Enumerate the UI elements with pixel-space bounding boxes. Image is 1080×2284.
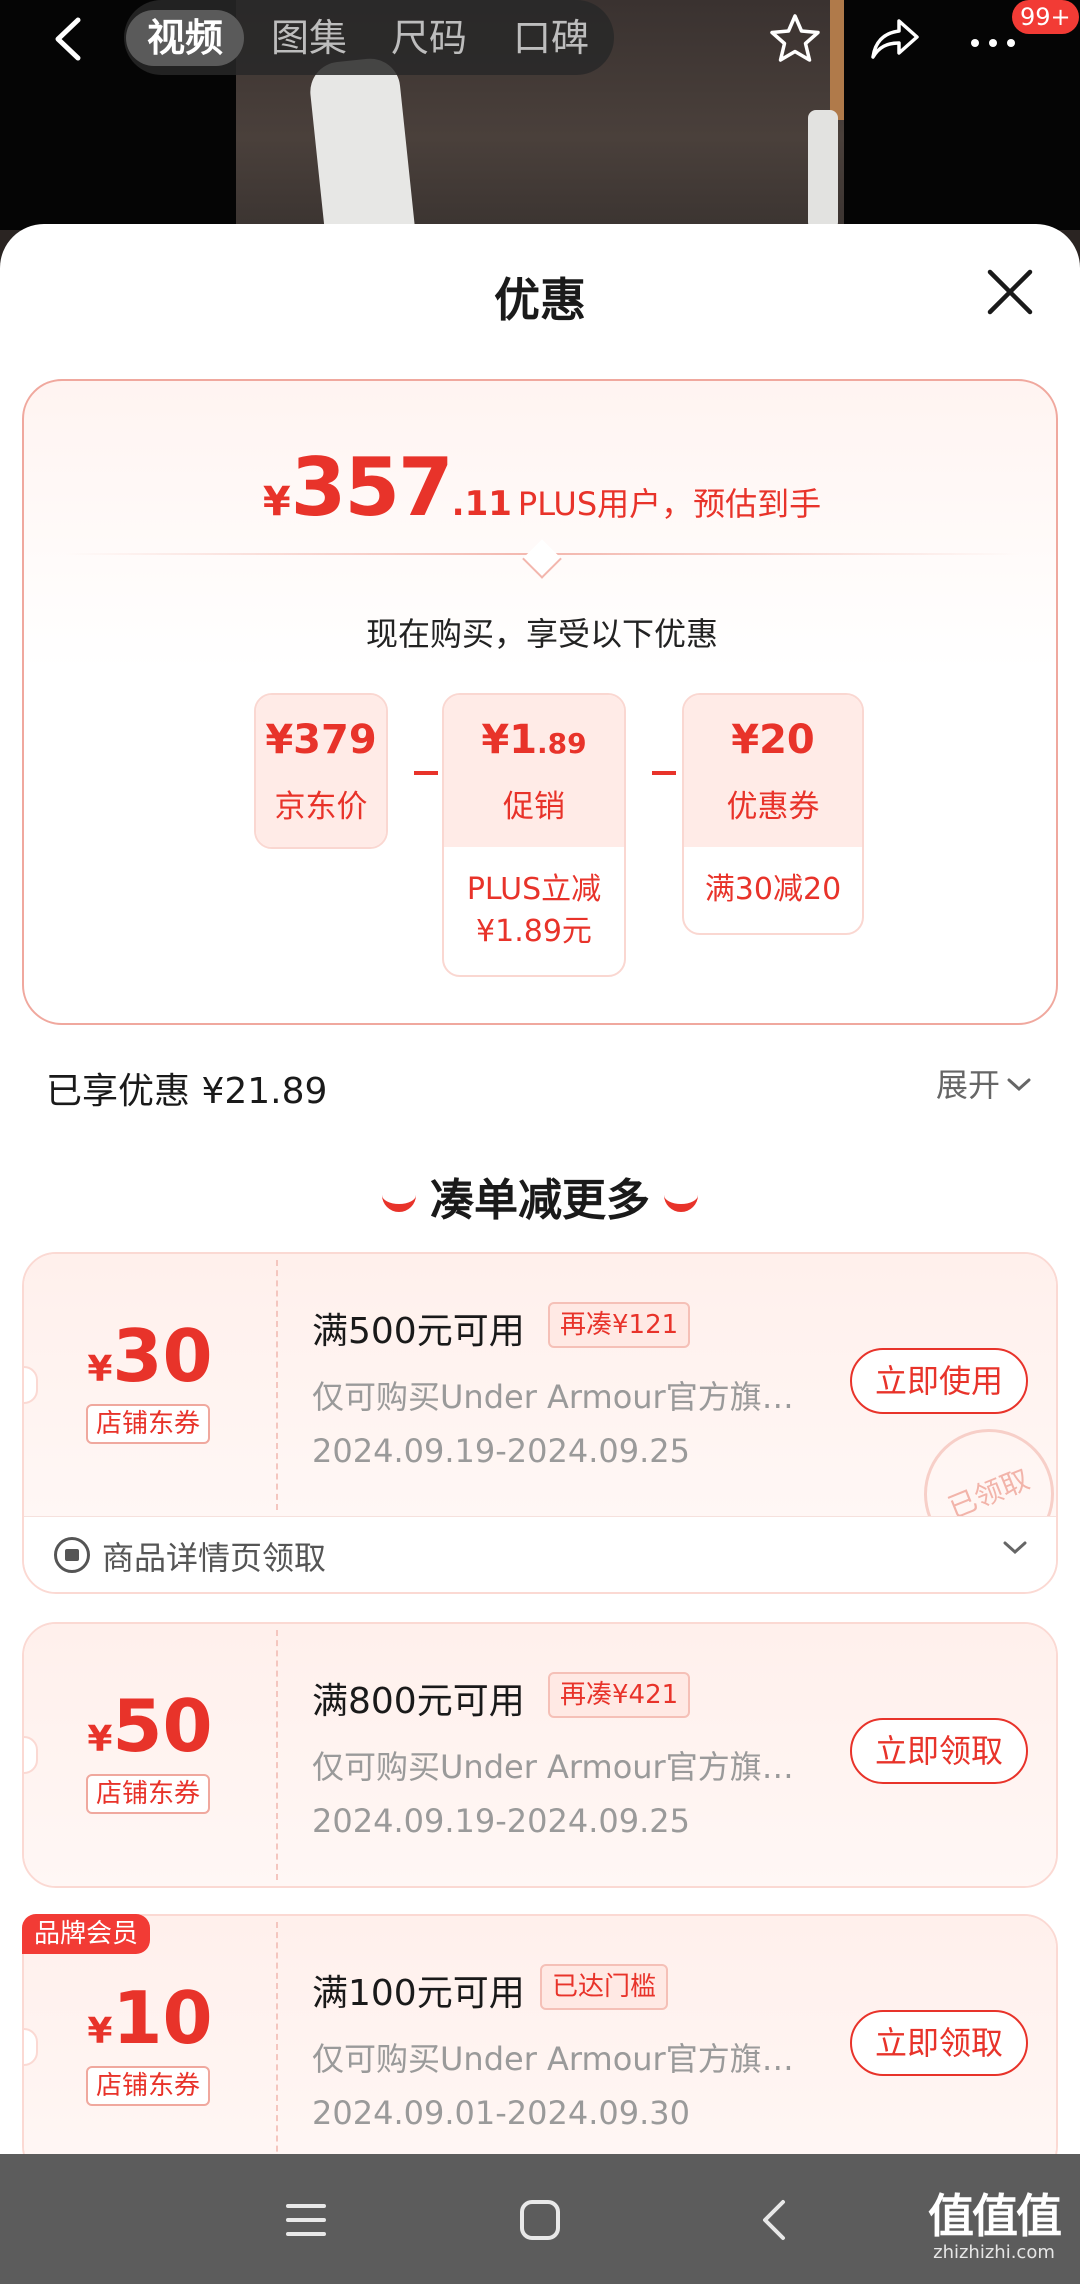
divider-pointer bbox=[522, 539, 562, 579]
dashed-divider bbox=[276, 1922, 278, 2154]
calc-label: 促销 bbox=[503, 789, 565, 825]
coupon-status-tag: 再凑¥121 bbox=[548, 1302, 691, 1348]
calc-label: 优惠券 bbox=[726, 789, 820, 825]
coupon-description: 仅可购买Under Armour官方旗… bbox=[312, 1378, 794, 1416]
dashed-divider bbox=[276, 1630, 278, 1880]
claim-button[interactable]: 立即领取 bbox=[850, 2010, 1028, 2076]
claim-button[interactable]: 立即领取 bbox=[850, 1718, 1028, 1784]
coupon-card: ¥30 店铺东券 满500元可用 再凑¥121 仅可购买Under Armour… bbox=[22, 1252, 1058, 1594]
watermark-url: zhizhizhi.com bbox=[933, 2242, 1055, 2263]
expand-toggle[interactable]: 展开 bbox=[936, 1060, 1032, 1106]
calc-detail-line1: PLUS立减 bbox=[466, 872, 602, 907]
section-title: 凑单减更多 bbox=[0, 1164, 1080, 1228]
store-coupon-tag: 店铺东券 bbox=[86, 1404, 211, 1444]
sock-image-2 bbox=[808, 110, 838, 230]
coupon-amount: ¥10 bbox=[24, 1976, 276, 2060]
tab-reviews[interactable]: 口碑 bbox=[496, 10, 606, 66]
currency-symbol: ¥ bbox=[87, 1719, 113, 1760]
coupon-description: 仅可购买Under Armour官方旗… bbox=[312, 2040, 794, 2078]
calc-value-dec: .89 bbox=[537, 727, 587, 760]
coupon-source[interactable]: 商品详情页领取 bbox=[24, 1516, 1056, 1592]
calc-jd-price: ¥379 京东价 bbox=[254, 693, 388, 849]
coupon-validity: 2024.09.01-2024.09.30 bbox=[312, 2094, 690, 2132]
ticket-icon bbox=[54, 1537, 90, 1573]
store-coupon-tag: 店铺东券 bbox=[86, 1774, 211, 1814]
video-header: 视频 图集 尺码 口碑 99+ bbox=[0, 0, 1080, 230]
smile-icon bbox=[664, 1194, 698, 1212]
price-summary: ¥357.11 PLUS用户，预估到手 现在购买，享受以下优惠 ¥379 京东价 … bbox=[22, 379, 1058, 1025]
coupon-amount: ¥50 bbox=[24, 1684, 276, 1768]
calc-detail: PLUS立减 ¥1.89元 bbox=[444, 847, 624, 975]
media-tabs: 视频 图集 尺码 口碑 bbox=[124, 0, 614, 75]
watermark-text: 值值值 bbox=[928, 2189, 1062, 2243]
coupon-threshold: 满100元可用 bbox=[312, 1973, 525, 2014]
calc-detail-line2: ¥1.89元 bbox=[476, 914, 592, 949]
coupon-value: 50 bbox=[112, 1684, 213, 1768]
currency-symbol: ¥ bbox=[262, 479, 291, 525]
calc-value: ¥379 bbox=[265, 717, 377, 763]
calc-promotion: ¥1.89 促销 PLUS立减 ¥1.89元 bbox=[442, 693, 626, 977]
chevron-down-icon bbox=[1002, 1537, 1028, 1561]
coupon-validity: 2024.09.19-2024.09.25 bbox=[312, 1802, 690, 1840]
buy-now-text: 现在购买，享受以下优惠 bbox=[365, 615, 718, 653]
home-icon[interactable] bbox=[510, 2190, 570, 2250]
star-icon[interactable] bbox=[762, 6, 828, 72]
sock-image bbox=[307, 55, 415, 230]
coupon-description: 仅可购买Under Armour官方旗… bbox=[312, 1748, 794, 1786]
video-prop bbox=[830, 0, 844, 120]
coupon-card: ¥10 店铺东券 满100元可用 已达门槛 仅可购买Under Armour官方… bbox=[22, 1914, 1058, 2154]
tab-video[interactable]: 视频 bbox=[126, 10, 244, 66]
coupon-threshold: 满500元可用 bbox=[312, 1311, 525, 1352]
tab-size[interactable]: 尺码 bbox=[374, 10, 484, 66]
smile-icon bbox=[382, 1194, 416, 1212]
close-icon[interactable] bbox=[982, 264, 1038, 320]
section-title-text: 凑单减更多 bbox=[430, 1175, 650, 1226]
coupon-status-tag: 已达门槛 bbox=[540, 1964, 669, 2010]
brand-member-badge: 品牌会员 bbox=[22, 1914, 151, 1954]
coupon-value: 30 bbox=[112, 1314, 213, 1398]
sheet-title: 优惠 bbox=[494, 273, 586, 327]
estimated-price: ¥357.11 PLUS用户，预估到手 bbox=[24, 441, 1060, 534]
minus-icon bbox=[414, 771, 438, 775]
currency-symbol: ¥ bbox=[87, 1349, 113, 1390]
menu-icon[interactable] bbox=[276, 2190, 336, 2250]
coupon-threshold: 满800元可用 bbox=[312, 1681, 525, 1722]
coupon-card: ¥50 店铺东券 满800元可用 再凑¥421 仅可购买Under Armour… bbox=[22, 1622, 1058, 1888]
calc-value: ¥1.89 bbox=[444, 717, 624, 763]
store-coupon-tag: 店铺东券 bbox=[86, 2066, 211, 2106]
currency-symbol: ¥ bbox=[87, 2011, 113, 2052]
coupon-amount: ¥30 bbox=[24, 1314, 276, 1398]
coupon-source-text: 商品详情页领取 bbox=[102, 1539, 327, 1577]
calc-value: ¥20 bbox=[731, 717, 815, 763]
expand-label: 展开 bbox=[936, 1066, 1001, 1104]
price-decimal: .11 bbox=[451, 484, 512, 524]
tab-gallery[interactable]: 图集 bbox=[254, 10, 364, 66]
use-now-button[interactable]: 立即使用 bbox=[850, 1348, 1028, 1414]
back-icon[interactable] bbox=[42, 14, 92, 64]
price-note: PLUS用户，预估到手 bbox=[517, 485, 822, 523]
share-icon[interactable] bbox=[862, 6, 928, 72]
saved-amount: 已享优惠 ¥21.89 bbox=[46, 1071, 328, 1112]
watermark-logo: 值值值 zhizhizhi.com bbox=[928, 2189, 1062, 2263]
coupon-status-tag: 再凑¥421 bbox=[548, 1672, 691, 1718]
back-nav-icon[interactable] bbox=[744, 2190, 804, 2250]
discount-sheet: 优惠 ¥357.11 PLUS用户，预估到手 现在购买，享受以下优惠 ¥379 京… bbox=[0, 224, 1080, 2154]
coupon-validity: 2024.09.19-2024.09.25 bbox=[312, 1432, 690, 1470]
coupon-value: 10 bbox=[112, 1976, 213, 2060]
calc-detail: 满30减20 bbox=[684, 847, 862, 933]
chevron-down-icon bbox=[1006, 1064, 1032, 1102]
calc-value-int: ¥1 bbox=[481, 717, 538, 763]
calc-coupon: ¥20 优惠券 满30减20 bbox=[682, 693, 864, 935]
calc-label: 京东价 bbox=[274, 789, 368, 825]
calc-detail-line1: 满30减20 bbox=[704, 872, 842, 907]
dashed-divider bbox=[276, 1260, 278, 1510]
minus-icon bbox=[652, 771, 676, 775]
system-nav-bar: 值值值 zhizhizhi.com bbox=[0, 2154, 1080, 2284]
price-integer: 357 bbox=[290, 441, 454, 534]
notification-badge: 99+ bbox=[1012, 0, 1079, 34]
